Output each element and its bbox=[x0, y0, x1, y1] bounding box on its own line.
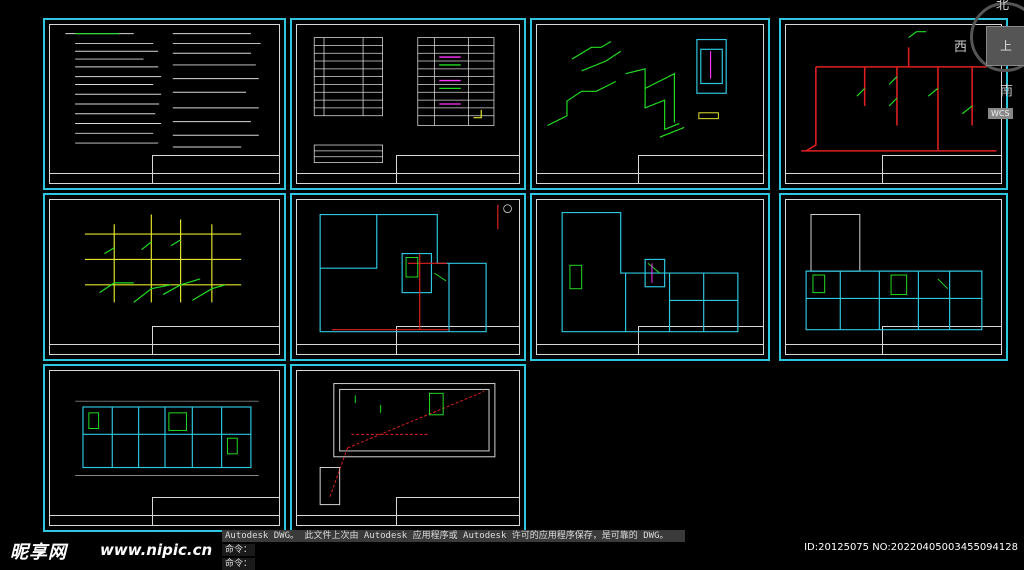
compass-south-label[interactable]: 南 bbox=[1000, 80, 1013, 99]
watermark-url: www.nipic.cn bbox=[100, 541, 213, 559]
viewcube-top-face[interactable]: 上 bbox=[986, 26, 1024, 66]
floor-plan-2-graphics bbox=[561, 211, 739, 333]
compass-west-label[interactable]: 西 bbox=[954, 36, 967, 55]
notes-graphics bbox=[65, 33, 261, 148]
sheet-floor-plan-1[interactable] bbox=[290, 193, 526, 361]
sheet-floor-plan-2[interactable] bbox=[530, 193, 770, 361]
compass-north-label[interactable]: 北 bbox=[996, 0, 1009, 13]
wcs-menu-button[interactable]: WCS bbox=[988, 108, 1013, 119]
watermark-logo: 昵享网 bbox=[10, 542, 67, 563]
axonometric-graphics bbox=[547, 38, 727, 138]
command-input[interactable]: 命令： bbox=[222, 558, 255, 570]
floor-plan-4-graphics bbox=[75, 400, 259, 476]
roof-plan-graphics bbox=[319, 383, 496, 506]
sheet-floor-plan-3[interactable] bbox=[779, 193, 1008, 361]
sheet-legend-tables[interactable] bbox=[290, 18, 526, 190]
floor-plan-3-graphics bbox=[805, 214, 983, 331]
sheet-pipe-axonometric-1[interactable] bbox=[530, 18, 770, 190]
sheet-design-notes[interactable] bbox=[43, 18, 286, 190]
viewcube[interactable]: 北 西 上 南 WCS bbox=[954, 0, 1024, 128]
sheet-roof-plan[interactable] bbox=[290, 364, 526, 532]
floor-plan-1-graphics bbox=[319, 204, 512, 333]
sheet-floor-plan-4[interactable] bbox=[43, 364, 286, 532]
legend-tables-graphics bbox=[313, 37, 495, 163]
watermark-id: ID:20125075 NO:20220405003455094128 bbox=[804, 542, 1018, 553]
command-prompt-1: 命令： bbox=[222, 544, 255, 556]
sheet-riser-diagram[interactable] bbox=[43, 193, 286, 361]
command-history-line: Autodesk DWG。 此文件上次由 Autodesk 应用程序或 Auto… bbox=[222, 530, 685, 542]
riser-graphics bbox=[84, 214, 242, 303]
